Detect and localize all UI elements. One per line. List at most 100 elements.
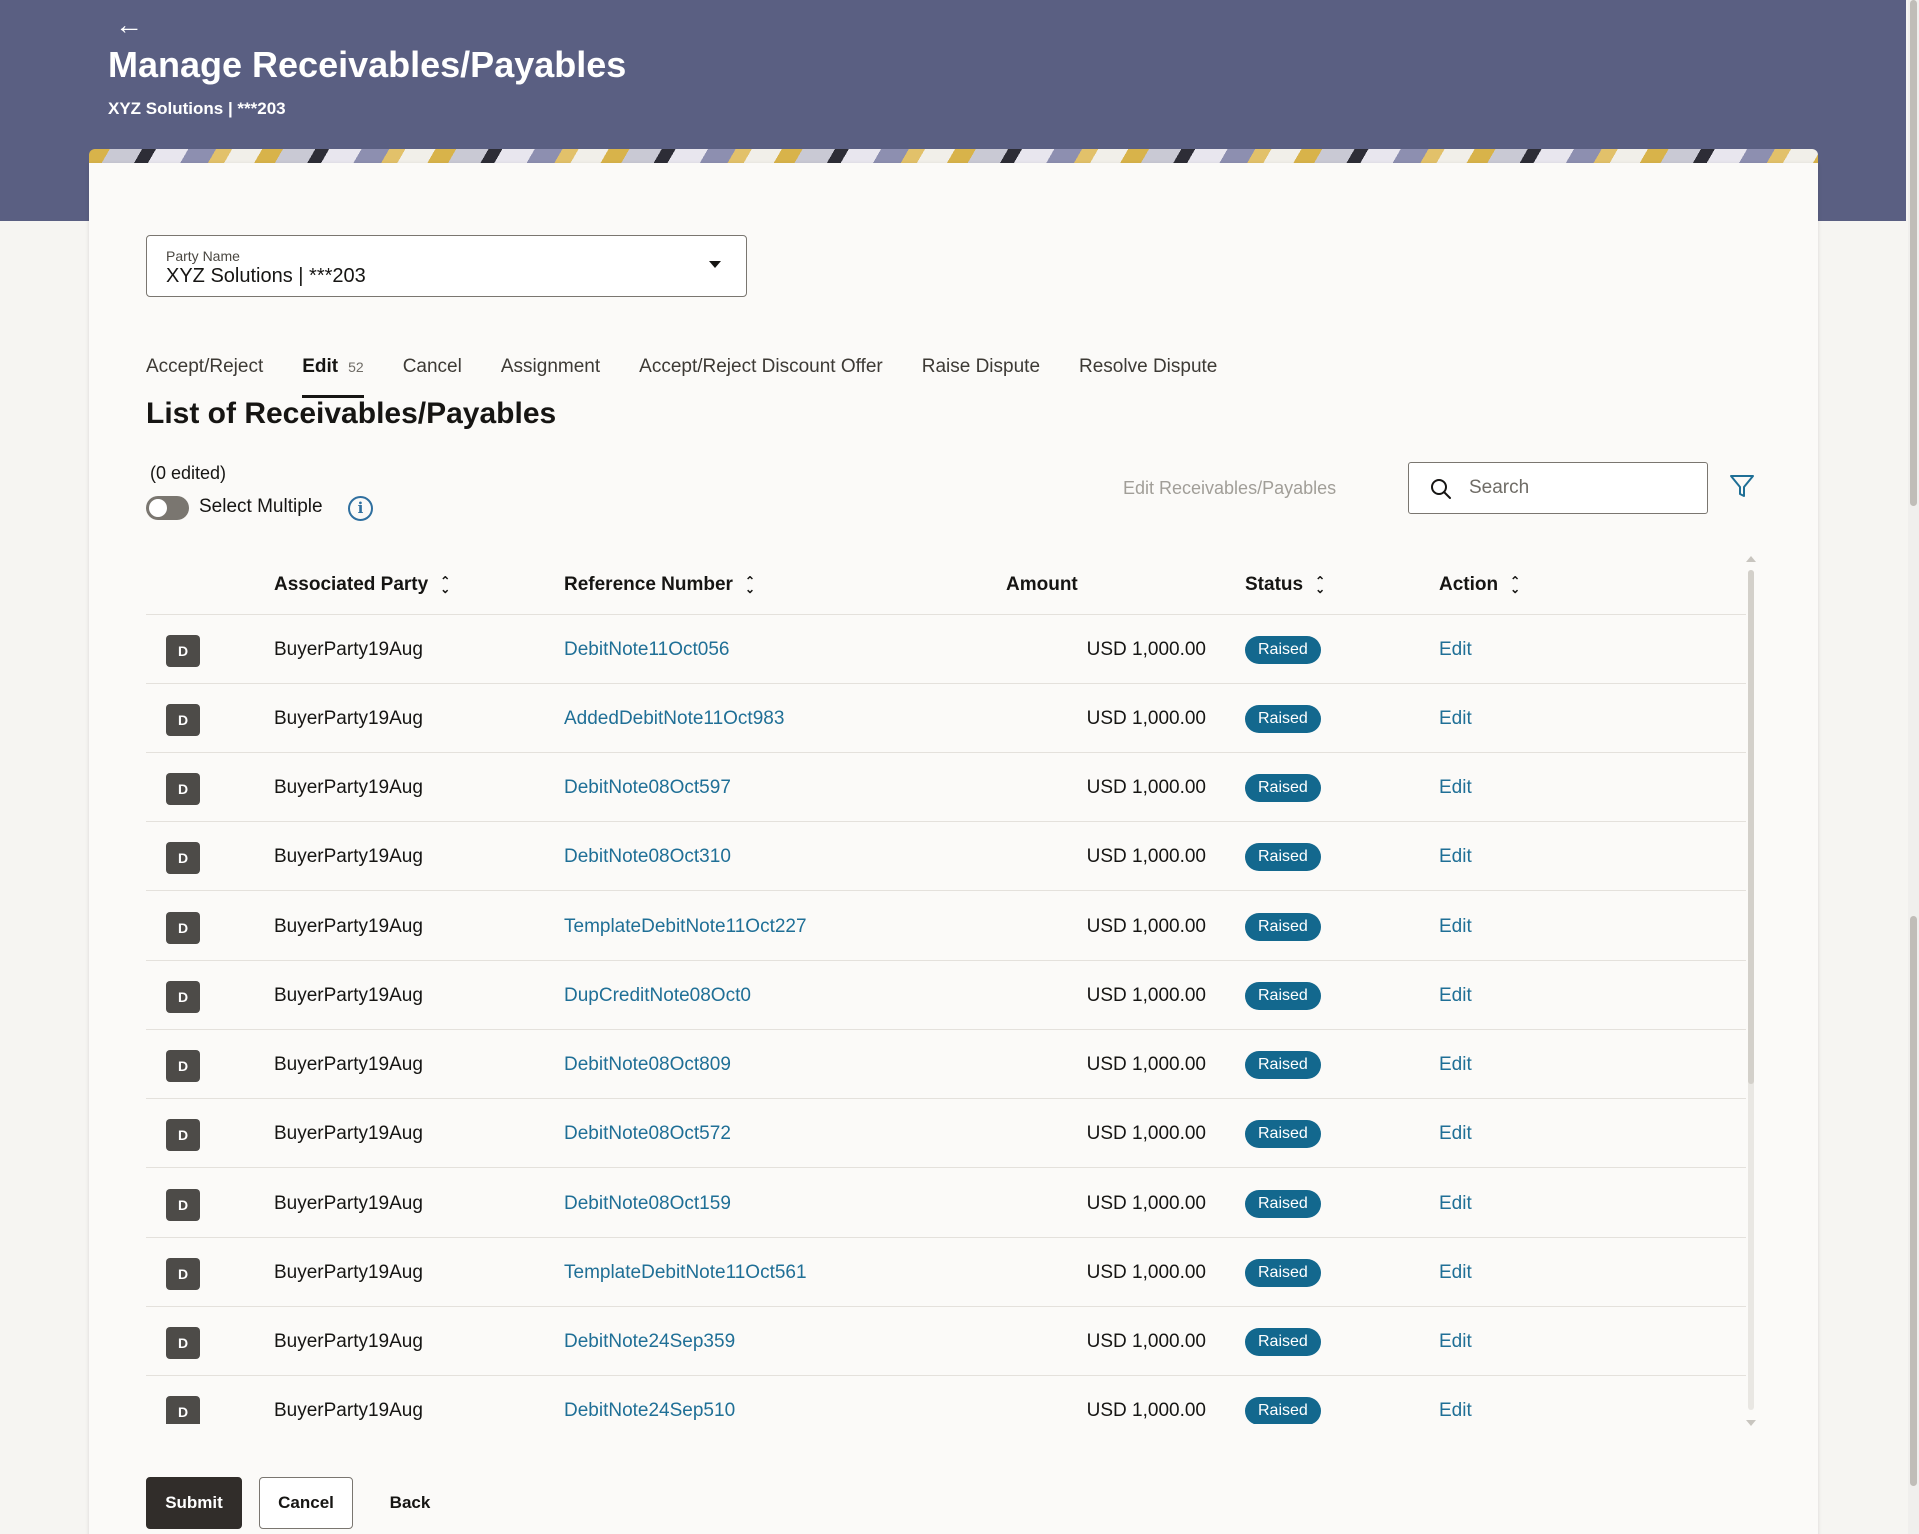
associated-party-cell: BuyerParty19Aug: [274, 708, 423, 729]
status-badge: Raised: [1245, 1397, 1321, 1424]
reference-number-link[interactable]: TemplateDebitNote11Oct561: [564, 1262, 807, 1284]
submit-button[interactable]: Submit: [146, 1477, 242, 1529]
associated-party-cell: BuyerParty19Aug: [274, 1400, 423, 1421]
reference-number-link[interactable]: DupCreditNote08Oct0: [564, 985, 751, 1007]
reference-number-link[interactable]: TemplateDebitNote11Oct227: [564, 916, 807, 938]
page-subtitle: XYZ Solutions | ***203: [108, 99, 286, 118]
status-badge: Raised: [1245, 1120, 1321, 1148]
party-avatar: D: [166, 1189, 200, 1221]
filter-icon[interactable]: [1728, 472, 1756, 500]
search-icon: [1431, 479, 1451, 499]
associated-party-cell: BuyerParty19Aug: [274, 916, 423, 937]
edit-action-link[interactable]: Edit: [1439, 846, 1472, 868]
amount-cell: USD 1,000.00: [1086, 916, 1206, 937]
edit-action-link[interactable]: Edit: [1439, 1262, 1472, 1284]
column-header-status[interactable]: Status ⌃ ⌄: [1245, 574, 1325, 596]
associated-party-cell: BuyerParty19Aug: [274, 1123, 423, 1144]
chevron-down-icon: [709, 261, 721, 268]
associated-party-cell: BuyerParty19Aug: [274, 777, 423, 798]
column-header-associated-party[interactable]: Associated Party ⌃ ⌄: [274, 574, 450, 596]
reference-number-link[interactable]: DebitNote08Oct572: [564, 1123, 731, 1145]
table-row: D BuyerParty19Aug DupCreditNote08Oct0 USD 1…: [146, 961, 1746, 1030]
edit-action-link[interactable]: Edit: [1439, 916, 1472, 938]
party-name-select[interactable]: Party Name XYZ Solutions | ***203: [146, 235, 747, 297]
reference-number-link[interactable]: DebitNote08Oct809: [564, 1054, 731, 1076]
tab-edit[interactable]: Edit 52: [302, 354, 365, 398]
edit-action-link[interactable]: Edit: [1439, 1123, 1472, 1145]
table-row: D BuyerParty19Aug DebitNote24Sep359 USD 1,0…: [146, 1307, 1746, 1376]
tab-cancel[interactable]: Cancel: [403, 354, 462, 398]
page-scrollbar-thumb[interactable]: [1910, 916, 1917, 1486]
edit-action-link[interactable]: Edit: [1439, 777, 1472, 799]
party-avatar: D: [166, 704, 200, 736]
table-row: D BuyerParty19Aug DebitNote08Oct310 USD 1,0…: [146, 822, 1746, 891]
tab-raise-dispute[interactable]: Raise Dispute: [922, 354, 1040, 398]
party-avatar: D: [166, 912, 200, 944]
page-scrollbar-thumb[interactable]: [1910, 0, 1917, 506]
arrow-left-icon[interactable]: ←: [115, 10, 145, 40]
tab-accept-reject[interactable]: Accept/Reject: [146, 354, 263, 398]
amount-cell: USD 1,000.00: [1086, 1331, 1206, 1352]
table-row: D BuyerParty19Aug TemplateDebitNote11Oct22…: [146, 892, 1746, 961]
tab-accept-reject-discount-offer[interactable]: Accept/Reject Discount Offer: [639, 354, 883, 398]
amount-cell: USD 1,000.00: [1086, 708, 1206, 729]
reference-number-link[interactable]: DebitNote08Oct310: [564, 846, 731, 868]
table-row: D BuyerParty19Aug DebitNote08Oct597 USD 1,0…: [146, 753, 1746, 822]
associated-party-cell: BuyerParty19Aug: [274, 1262, 423, 1283]
status-badge: Raised: [1245, 913, 1321, 941]
amount-cell: USD 1,000.00: [1086, 639, 1206, 660]
select-multiple-toggle[interactable]: [146, 496, 189, 520]
column-header-action[interactable]: Action ⌃ ⌄: [1439, 574, 1520, 596]
table-row: D BuyerParty19Aug DebitNote24Sep510 USD 1,0…: [146, 1376, 1746, 1424]
sort-icon: ⌃ ⌄: [1315, 573, 1326, 596]
page-scrollbar[interactable]: [1908, 0, 1919, 1534]
associated-party-cell: BuyerParty19Aug: [274, 1331, 423, 1352]
tab-assignment[interactable]: Assignment: [501, 354, 600, 398]
amount-cell: USD 1,000.00: [1086, 1054, 1206, 1075]
party-name-value: XYZ Solutions | ***203: [166, 265, 366, 287]
info-icon[interactable]: i: [348, 496, 373, 521]
edited-count: (0 edited): [150, 463, 227, 483]
reference-number-link[interactable]: DebitNote08Oct597: [564, 777, 731, 799]
status-badge: Raised: [1245, 1190, 1321, 1218]
associated-party-cell: BuyerParty19Aug: [274, 639, 423, 660]
edit-action-link[interactable]: Edit: [1439, 1331, 1472, 1353]
search-box[interactable]: [1408, 462, 1708, 514]
search-input[interactable]: [1469, 475, 1689, 501]
reference-number-link[interactable]: DebitNote08Oct159: [564, 1193, 731, 1215]
table-row: D BuyerParty19Aug DebitNote08Oct809 USD 1,0…: [146, 1030, 1746, 1099]
amount-cell: USD 1,000.00: [1086, 985, 1206, 1006]
edit-action-link[interactable]: Edit: [1439, 1400, 1472, 1422]
edit-action-link[interactable]: Edit: [1439, 985, 1472, 1007]
status-badge: Raised: [1245, 774, 1321, 802]
cancel-button[interactable]: Cancel: [259, 1477, 353, 1529]
table-row: D BuyerParty19Aug TemplateDebitNote11Oct56…: [146, 1238, 1746, 1307]
amount-cell: USD 1,000.00: [1086, 1123, 1206, 1144]
status-badge: Raised: [1245, 636, 1321, 664]
edit-receivables-payables-button[interactable]: Edit Receivables/Payables: [1123, 478, 1336, 499]
associated-party-cell: BuyerParty19Aug: [274, 1193, 423, 1214]
reference-number-link[interactable]: DebitNote24Sep359: [564, 1331, 735, 1353]
party-avatar: D: [166, 1258, 200, 1290]
scrollbar-thumb[interactable]: [1748, 570, 1754, 1084]
reference-number-link[interactable]: AddedDebitNote11Oct983: [564, 708, 784, 730]
back-button[interactable]: Back: [372, 1477, 448, 1529]
list-title: List of Receivables/Payables: [146, 397, 557, 430]
tab-resolve-dispute[interactable]: Resolve Dispute: [1079, 354, 1217, 398]
amount-cell: USD 1,000.00: [1086, 1193, 1206, 1214]
edit-action-link[interactable]: Edit: [1439, 1054, 1472, 1076]
table-scrollbar[interactable]: [1744, 556, 1756, 1426]
edit-action-link[interactable]: Edit: [1439, 1193, 1472, 1215]
edit-action-link[interactable]: Edit: [1439, 708, 1472, 730]
scroll-up-arrow-icon[interactable]: [1746, 556, 1756, 562]
edit-action-link[interactable]: Edit: [1439, 639, 1472, 661]
column-header-reference-number[interactable]: Reference Number ⌃ ⌄: [564, 574, 755, 596]
party-avatar: D: [166, 981, 200, 1013]
scroll-down-arrow-icon[interactable]: [1746, 1420, 1756, 1426]
reference-number-link[interactable]: DebitNote11Oct056: [564, 639, 729, 661]
status-badge: Raised: [1245, 843, 1321, 871]
reference-number-link[interactable]: DebitNote24Sep510: [564, 1400, 735, 1422]
amount-cell: USD 1,000.00: [1086, 846, 1206, 867]
party-avatar: D: [166, 842, 200, 874]
status-badge: Raised: [1245, 705, 1321, 733]
